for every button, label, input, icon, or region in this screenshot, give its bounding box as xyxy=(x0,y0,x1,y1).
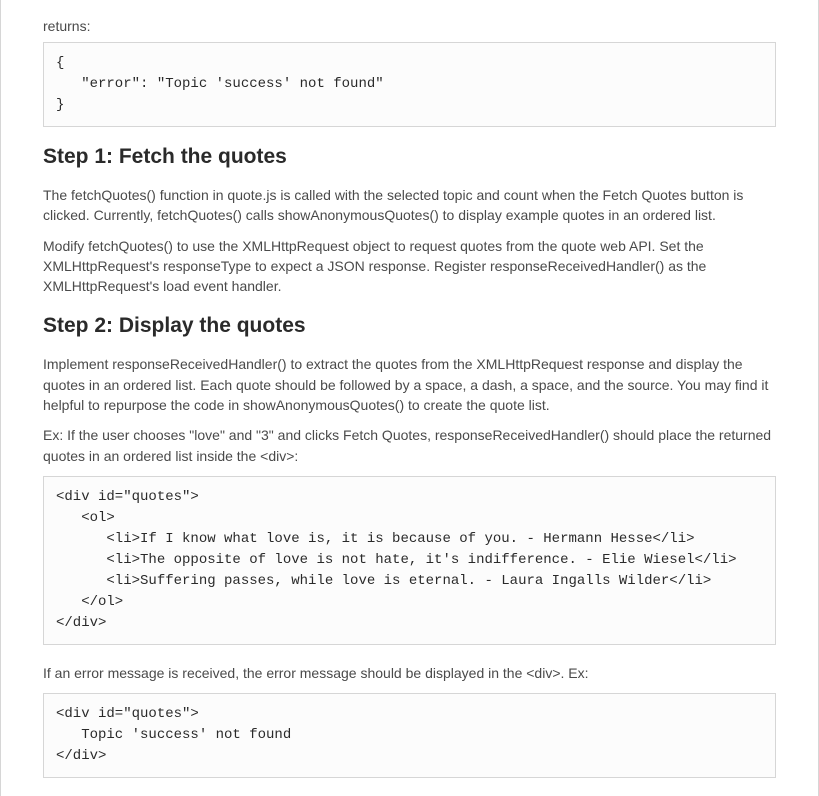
step1-paragraph-1: The fetchQuotes() function in quote.js i… xyxy=(43,185,776,226)
document-content: returns: { "error": "Topic 'success' not… xyxy=(0,0,819,796)
code-block-error-example: <div id="quotes"> Topic 'success' not fo… xyxy=(43,693,776,778)
step1-heading: Step 1: Fetch the quotes xyxy=(43,145,776,169)
step1-paragraph-2: Modify fetchQuotes() to use the XMLHttpR… xyxy=(43,236,776,297)
step2-paragraph-1: Implement responseReceivedHandler() to e… xyxy=(43,354,776,415)
code-block-error-json: { "error": "Topic 'success' not found" } xyxy=(43,42,776,127)
code-block-quotes-example: <div id="quotes"> <ol> <li>If I know wha… xyxy=(43,476,776,645)
returns-label: returns: xyxy=(43,18,776,34)
step2-paragraph-3: If an error message is received, the err… xyxy=(43,663,776,683)
step2-heading: Step 2: Display the quotes xyxy=(43,314,776,338)
step2-paragraph-2: Ex: If the user chooses "love" and "3" a… xyxy=(43,425,776,466)
